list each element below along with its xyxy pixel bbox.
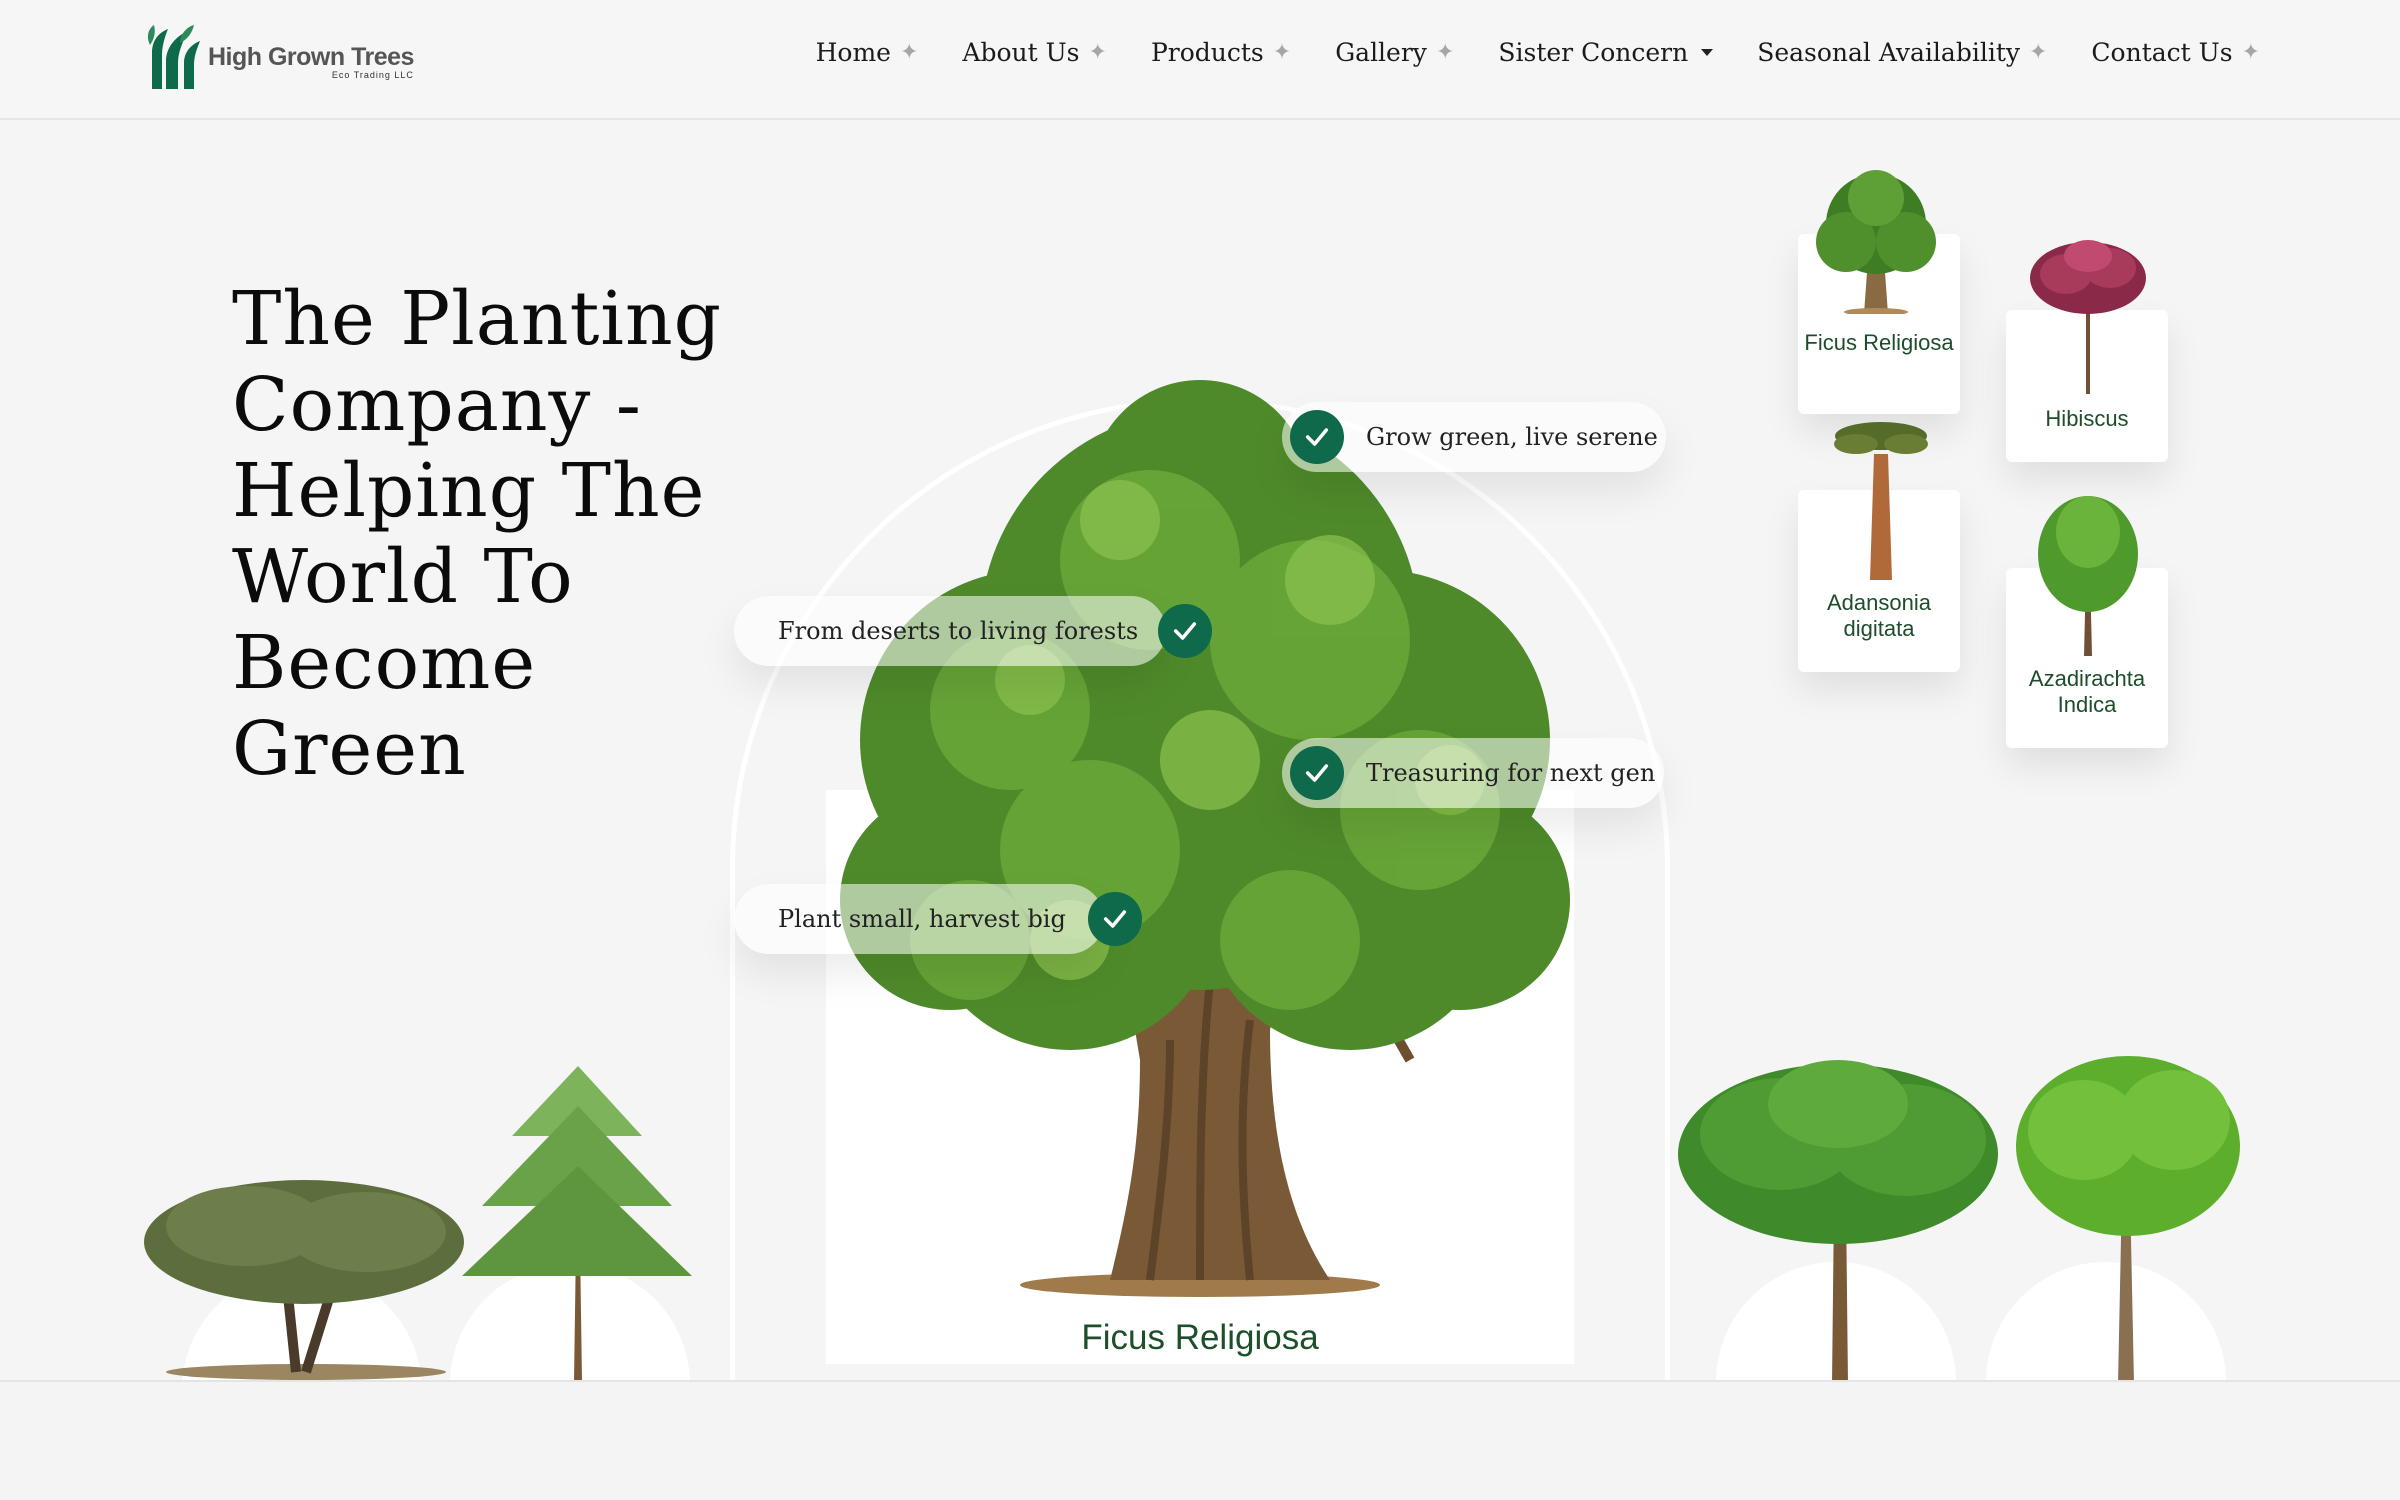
mahogany-tree-image: [1678, 1060, 1998, 1380]
section-divider: [0, 1380, 2400, 1500]
acacia-tree-image: [144, 1180, 464, 1380]
bottom-tree-row: [0, 0, 2400, 1380]
pine-tree-image: [462, 1066, 692, 1380]
teak-tree-image: [2016, 1056, 2240, 1380]
